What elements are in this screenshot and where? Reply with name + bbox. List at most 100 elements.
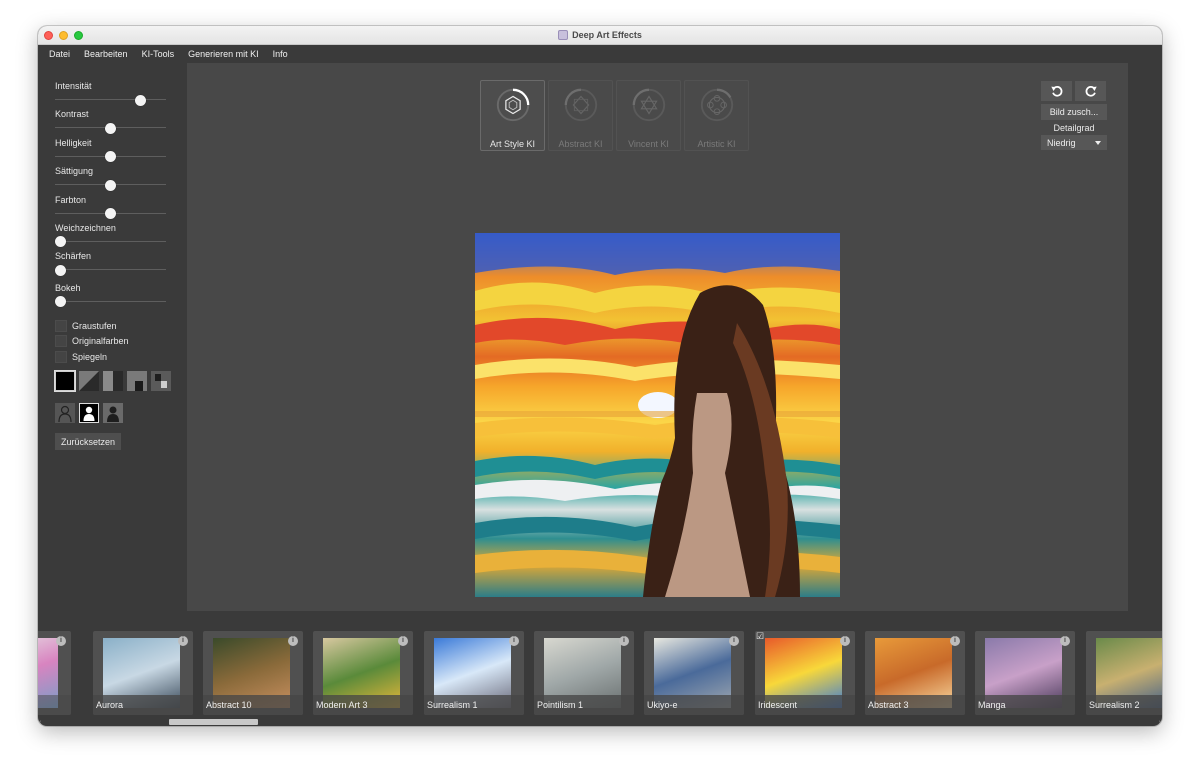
checkbox-box[interactable]: [55, 319, 67, 332]
checkbox-box[interactable]: [55, 350, 67, 363]
slider-thumb[interactable]: [55, 264, 66, 276]
person-filled-icon[interactable]: [79, 403, 99, 423]
style-thumbnail[interactable]: i Manga: [975, 631, 1075, 715]
checkbox-box[interactable]: [55, 335, 67, 348]
minimize-window-button[interactable]: [59, 31, 68, 40]
artwork-painting: [475, 233, 840, 597]
mask-checker-icon[interactable]: [151, 371, 171, 391]
slider-thumb[interactable]: [105, 208, 116, 220]
rotate-right-button[interactable]: [1075, 81, 1106, 101]
rotate-left-button[interactable]: [1041, 81, 1072, 101]
menu-info[interactable]: Info: [273, 49, 288, 59]
info-icon[interactable]: i: [950, 636, 960, 646]
checkbox-label: Originalfarben: [72, 336, 129, 347]
checkbox-original-colors[interactable]: Originalfarben: [55, 334, 129, 350]
gallery-scrollbar-thumb[interactable]: [169, 719, 258, 725]
model-abstract[interactable]: Abstract KI: [548, 80, 613, 151]
info-icon[interactable]: i: [509, 636, 519, 646]
model-artistic[interactable]: Artistic KI: [684, 80, 749, 151]
slider-thumb[interactable]: [55, 236, 66, 248]
info-icon[interactable]: i: [840, 636, 850, 646]
vincent-logo-icon: [632, 88, 665, 122]
window-title-text: Deep Art Effects: [572, 30, 642, 40]
style-thumbnail[interactable]: i Abstract 10: [203, 631, 303, 715]
scroll-left-icon[interactable]: ‹: [39, 719, 41, 726]
slider-sharpen: Schärfen: [55, 251, 175, 279]
artwork-preview[interactable]: [475, 233, 840, 597]
style-gallery: i i Aurora i Abstract 10 i Modern Art 3 …: [38, 630, 1162, 716]
slider-thumb[interactable]: [105, 179, 116, 191]
selected-check-icon: ☑: [756, 631, 765, 641]
style-thumbnail[interactable]: i Surrealism 1: [424, 631, 524, 715]
slider-track[interactable]: [55, 99, 166, 100]
chevron-down-icon: [1095, 140, 1101, 145]
info-icon[interactable]: i: [729, 636, 739, 646]
adjustments-panel: Intensität Kontrast Helligkeit Sättigung…: [55, 81, 175, 311]
info-icon[interactable]: i: [178, 636, 188, 646]
slider-label: Bokeh: [55, 282, 81, 293]
mask-split-icon[interactable]: [103, 371, 123, 391]
slider-label: Kontrast: [55, 109, 89, 120]
person-outline-icon[interactable]: [55, 403, 75, 423]
mask-corner-icon[interactable]: [127, 371, 147, 391]
style-thumbnail[interactable]: i Abstract 3: [865, 631, 965, 715]
slider-track[interactable]: [55, 300, 166, 302]
undo-redo-group: [1041, 81, 1107, 101]
style-thumbnail[interactable]: i Surrealism 2: [1086, 631, 1162, 715]
style-thumbnail[interactable]: i Ukiyo-e: [644, 631, 744, 715]
info-icon[interactable]: i: [1060, 636, 1070, 646]
checkbox-grayscale[interactable]: Graustufen: [55, 318, 129, 334]
abstract-logo-icon: [564, 88, 597, 122]
model-label: Abstract KI: [558, 139, 603, 149]
info-icon[interactable]: i: [288, 636, 298, 646]
style-thumbnail[interactable]: i Aurora: [93, 631, 193, 715]
crop-image-button[interactable]: Bild zusch...: [1041, 104, 1107, 120]
style-thumbnail[interactable]: ☑ i Iridescent: [755, 631, 855, 715]
reset-button[interactable]: Zurücksetzen: [55, 433, 121, 450]
art-style-logo-icon: [496, 88, 529, 122]
mask-diagonal-icon[interactable]: [79, 371, 99, 391]
checkbox-mirror[interactable]: Spiegeln: [55, 349, 129, 365]
image-controls: Bild zusch... Detailgrad Niedrig: [1041, 81, 1107, 150]
app-icon: [558, 30, 569, 40]
checkbox-label: Spiegeln: [72, 351, 108, 362]
scroll-right-icon[interactable]: ›: [1159, 719, 1161, 726]
slider-label: Weichzeichnen: [55, 222, 116, 233]
slider-track[interactable]: [55, 269, 166, 271]
menu-ki-tools[interactable]: KI-Tools: [142, 49, 175, 59]
style-thumbnail[interactable]: i Pointilism 1: [534, 631, 634, 715]
model-label: Artistic KI: [697, 139, 736, 149]
slider-label: Intensität: [55, 81, 92, 91]
model-label: Vincent KI: [628, 139, 669, 149]
slider-track[interactable]: [55, 240, 166, 242]
slider-thumb[interactable]: [135, 94, 146, 106]
model-vincent[interactable]: Vincent KI: [616, 80, 681, 151]
slider-bokeh: Bokeh: [55, 283, 175, 311]
options-checkboxes: Graustufen Originalfarben Spiegeln: [55, 318, 129, 365]
menu-bearbeiten[interactable]: Bearbeiten: [84, 49, 128, 59]
style-label: Surrealism 2: [1086, 695, 1162, 715]
info-icon[interactable]: i: [619, 636, 629, 646]
style-label: Abstract 3: [865, 695, 965, 715]
mask-full-icon[interactable]: [54, 370, 76, 392]
slider-label: Schärfen: [55, 251, 92, 262]
menu-datei[interactable]: Datei: [49, 49, 70, 59]
slider-thumb[interactable]: [105, 122, 116, 134]
style-label: [38, 695, 71, 715]
model-art-style[interactable]: Art Style KI: [480, 80, 545, 151]
menu-generieren[interactable]: Generieren mit KI: [188, 49, 259, 59]
slider-thumb[interactable]: [105, 151, 116, 163]
rotate-right-icon: [1085, 86, 1097, 97]
info-icon[interactable]: i: [56, 636, 66, 646]
slider-thumb[interactable]: [55, 296, 66, 308]
person-background-icon[interactable]: [103, 403, 123, 423]
rotate-left-icon: [1050, 86, 1062, 97]
info-icon[interactable]: i: [398, 636, 408, 646]
style-thumbnail[interactable]: i Modern Art 3: [313, 631, 413, 715]
maximize-window-button[interactable]: [74, 31, 83, 40]
style-label: Manga: [975, 695, 1075, 715]
close-window-button[interactable]: [44, 31, 53, 40]
style-thumbnail[interactable]: i: [38, 631, 71, 715]
detail-level-dropdown[interactable]: Niedrig: [1041, 135, 1107, 150]
style-label: Modern Art 3: [313, 695, 413, 715]
